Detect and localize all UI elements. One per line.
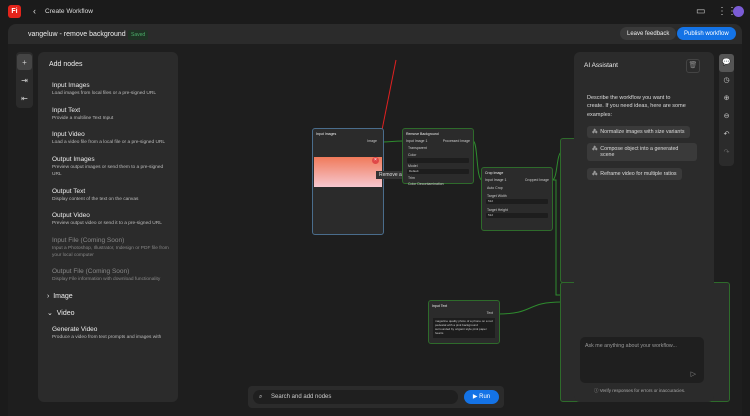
node-item-input-video[interactable]: Input Video Load a video file from a loca…: [52, 131, 172, 147]
node-item-output-video[interactable]: Output Video Preview output video or send…: [52, 212, 172, 228]
node-item-output-file: Output File (Coming Soon) Display File in…: [52, 268, 161, 283]
send-icon[interactable]: ▷: [691, 370, 696, 378]
ai-assistant-icon[interactable]: 💬: [719, 54, 734, 72]
color-label: Color: [408, 153, 417, 157]
node-title: Input Text: [432, 304, 448, 308]
height-input[interactable]: 512: [486, 213, 548, 218]
width-label: Target Width: [487, 194, 507, 198]
node-title: Remove Background: [406, 132, 439, 136]
node-title: Crop Image: [485, 171, 504, 175]
ai-title: AI Assistant: [584, 62, 618, 69]
auto-crop-checkbox[interactable]: Auto Crop: [482, 182, 552, 194]
suggestion-button[interactable]: ⁂ Compose object into a generated scene: [587, 143, 697, 161]
suggestion-button[interactable]: ⁂ Normalize images with size variants: [587, 126, 690, 138]
text-input[interactable]: magazine quality photo of a phone on a r…: [433, 318, 495, 338]
sparkle-icon: ⁂: [592, 146, 598, 152]
node-item-input-images[interactable]: Input Images Load images from local files…: [52, 82, 172, 98]
import-icon[interactable]: ⇥: [17, 72, 32, 88]
node-item-input-text[interactable]: Input Text Provide a multiline Text Input: [52, 107, 172, 123]
port-text[interactable]: Text: [429, 311, 499, 315]
export-icon[interactable]: ⇤: [17, 90, 32, 106]
port-output[interactable]: Cropped Image: [525, 178, 549, 182]
chat-input[interactable]: Ask me anything about your workflow... ▷: [580, 337, 704, 383]
left-toolbar: + ⇥ ⇤: [16, 52, 33, 108]
zoom-in-icon[interactable]: ⊕: [719, 90, 734, 108]
transparent-checkbox[interactable]: Transparent: [403, 143, 473, 153]
width-input[interactable]: 512: [486, 199, 548, 204]
panel-title: Add nodes: [49, 61, 83, 68]
bottom-bar: ⌕ Search and add nodes ▶ Run: [248, 386, 504, 408]
undo-icon[interactable]: ↶: [719, 126, 734, 144]
add-nodes-panel: Add nodes Input Images Load images from l…: [38, 52, 178, 402]
node-input-text[interactable]: Input Text Text magazine quality photo o…: [428, 300, 500, 344]
node-crop-image[interactable]: Crop Image Input Image 1 Cropped Image Au…: [481, 167, 553, 231]
node-title: Input Images: [316, 132, 337, 136]
search-nodes-input[interactable]: ⌕ Search and add nodes: [253, 390, 458, 404]
node-item-generate-video[interactable]: Generate Video Produce a video from text …: [52, 326, 172, 342]
history-icon[interactable]: ◷: [719, 72, 734, 90]
verify-note: ⓘ Verify responses for errors or inaccur…: [594, 388, 686, 393]
zoom-out-icon[interactable]: ⊖: [719, 108, 734, 126]
sparkle-icon: ⁂: [592, 129, 598, 135]
section-image[interactable]: › Image: [47, 293, 172, 300]
model-select[interactable]: Default: [407, 169, 469, 174]
section-video[interactable]: ⌄ Video: [47, 309, 172, 317]
ai-description: Describe the workflow you want to create…: [587, 95, 686, 118]
add-icon[interactable]: +: [17, 54, 32, 70]
redo-icon[interactable]: ↷: [719, 144, 734, 162]
port-input[interactable]: Input Image 1: [406, 139, 427, 143]
port-input[interactable]: Input Image 1: [485, 178, 506, 182]
port-image[interactable]: Image: [313, 139, 383, 143]
height-label: Target Height: [487, 208, 508, 212]
node-input-images[interactable]: Input Images Image ×: [312, 128, 384, 235]
suggestion-button[interactable]: ⁂ Reframe video for multiple ratios: [587, 168, 682, 180]
ai-assistant-panel: AI Assistant 🗑 Describe the workflow you…: [574, 52, 714, 402]
node-item-output-images[interactable]: Output Images Preview output images or se…: [52, 156, 172, 178]
edge: [497, 301, 563, 315]
run-button[interactable]: ▶ Run: [464, 390, 499, 404]
decontamination-checkbox[interactable]: Color Decontamination: [403, 181, 473, 187]
search-icon: ⌕: [259, 394, 263, 400]
right-toolbar: 💬 ◷ ⊕ ⊖ ↶ ↷: [719, 54, 734, 166]
chat-placeholder: Ask me anything about your workflow...: [585, 343, 677, 349]
port-output[interactable]: Processed Image: [443, 139, 470, 143]
node-remove-background[interactable]: Remove Background Input Image 1 Processed…: [402, 128, 474, 187]
trash-icon[interactable]: 🗑: [686, 59, 700, 73]
model-label: Model: [408, 164, 418, 168]
node-item-output-text[interactable]: Output Text Display content of the text o…: [52, 188, 172, 204]
sparkle-icon: ⁂: [592, 171, 598, 177]
color-field[interactable]: [407, 158, 469, 163]
node-item-input-file: Input File (Coming Soon) Input a Photosho…: [52, 236, 169, 258]
remove-all-icon[interactable]: ×: [372, 157, 379, 164]
